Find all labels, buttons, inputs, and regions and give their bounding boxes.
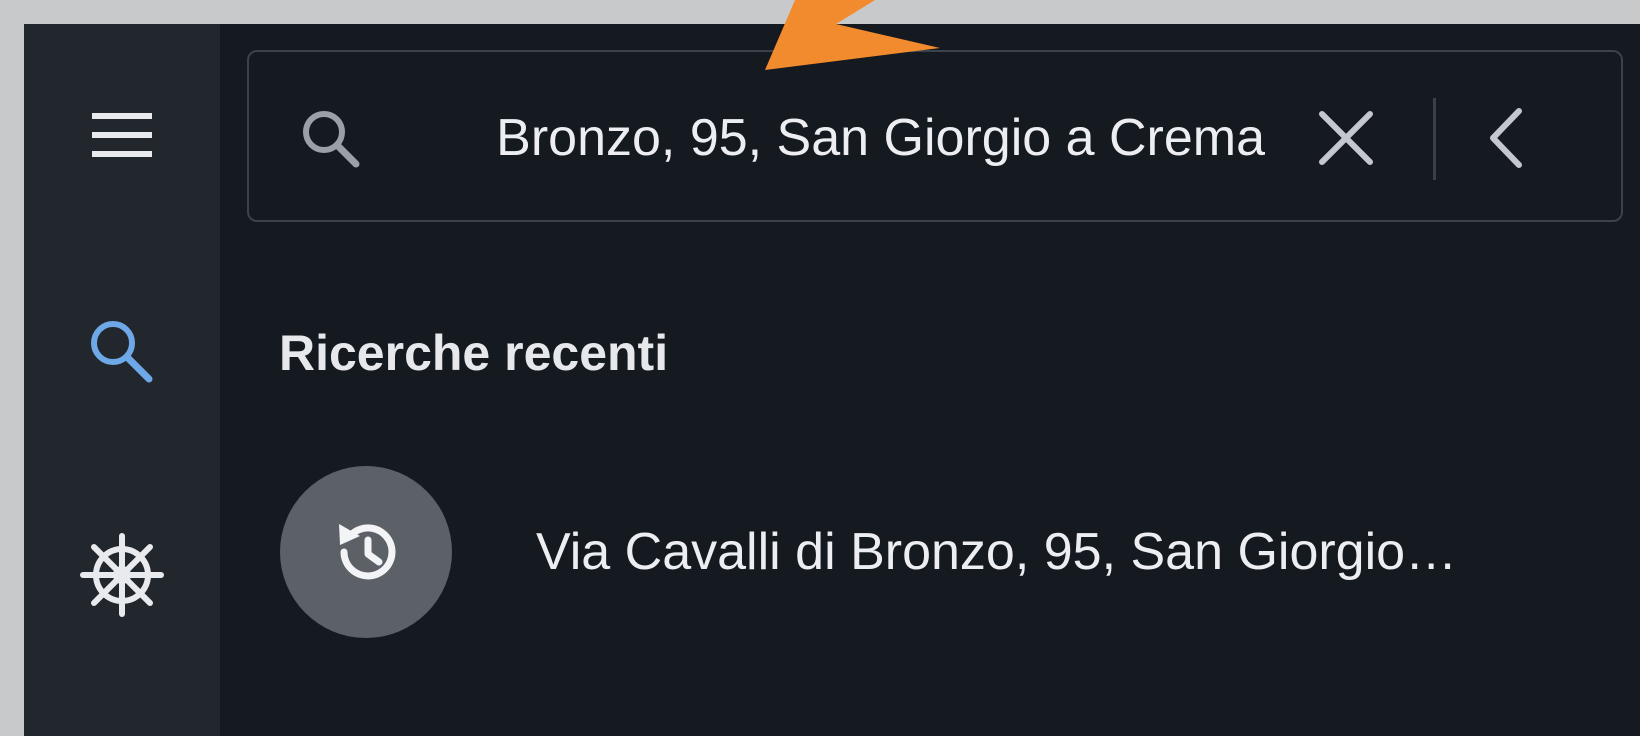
close-icon bbox=[1319, 111, 1373, 165]
history-icon bbox=[339, 524, 396, 580]
chevron-left-icon bbox=[1490, 108, 1522, 168]
app-window: Ricerche recenti Via Cavalli di Bronzo, … bbox=[24, 24, 1640, 736]
search-icon bbox=[91, 321, 153, 383]
menu-icon bbox=[92, 113, 152, 157]
menu-button[interactable] bbox=[62, 75, 182, 195]
recent-search-item[interactable]: Via Cavalli di Bronzo, 95, San Giorgio… bbox=[254, 444, 1634, 652]
navigation-rail bbox=[24, 24, 220, 736]
recent-searches-title: Ricerche recenti bbox=[279, 325, 669, 381]
collapse-panel-button[interactable] bbox=[1457, 98, 1557, 178]
search-input[interactable] bbox=[425, 96, 1265, 180]
recent-search-label: Via Cavalli di Bronzo, 95, San Giorgio… bbox=[536, 523, 1458, 581]
search-field-icon bbox=[294, 102, 370, 178]
ship-wheel-icon bbox=[80, 533, 164, 617]
search-icon bbox=[303, 111, 360, 168]
nav-search-button[interactable] bbox=[62, 292, 182, 412]
nav-ship-wheel-button[interactable] bbox=[62, 515, 182, 635]
history-avatar bbox=[280, 466, 452, 638]
search-divider bbox=[1433, 98, 1436, 180]
search-bar bbox=[247, 50, 1623, 222]
clear-search-button[interactable] bbox=[1306, 98, 1386, 178]
